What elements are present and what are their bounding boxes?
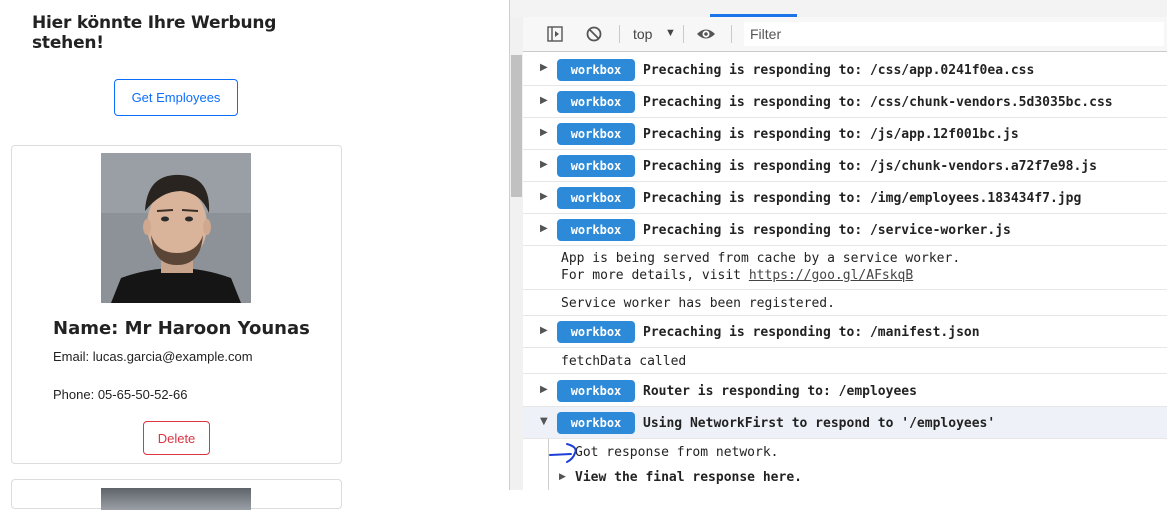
chevron-down-icon[interactable]: ▼ <box>665 27 676 39</box>
workbox-badge: workbox <box>557 412 635 434</box>
log-row[interactable]: ▶ View the final response here. <box>523 465 1167 490</box>
expand-caret-icon[interactable]: ▶ <box>540 62 548 73</box>
log-group-header[interactable]: ▼ workbox Using NetworkFirst to respond … <box>523 407 1167 439</box>
filter-input[interactable]: Filter <box>744 22 1164 46</box>
log-message: Using NetworkFirst to respond to '/emplo… <box>643 416 996 431</box>
log-message: Precaching is responding to: /css/chunk-… <box>643 95 1113 110</box>
context-selector[interactable]: top <box>633 26 652 42</box>
log-message-details: For more details, visit https://goo.gl/A… <box>561 268 914 283</box>
devtools-tabbar <box>510 0 1167 17</box>
employee-app: Hier könnte Ihre Werbung stehen! Get Emp… <box>0 0 352 510</box>
clear-console-icon[interactable] <box>585 25 603 43</box>
log-message: Precaching is responding to: /img/employ… <box>643 191 1082 206</box>
expand-caret-icon[interactable]: ▶ <box>540 384 548 395</box>
workbox-badge: workbox <box>557 321 635 343</box>
employee-name: Name: Mr Haroon Younas <box>53 318 310 339</box>
log-message: Precaching is responding to: /css/app.02… <box>643 63 1035 78</box>
log-row: App is being served from cache by a serv… <box>523 246 1167 290</box>
console-toolbar: top ▼ Filter <box>523 17 1167 52</box>
expand-caret-icon[interactable]: ▶ <box>540 127 548 138</box>
log-message: Service worker has been registered. <box>561 296 835 311</box>
log-message: App is being served from cache by a serv… <box>561 251 961 266</box>
workbox-badge: workbox <box>557 187 635 209</box>
expand-caret-icon[interactable]: ▶ <box>540 325 548 336</box>
log-row[interactable]: ▶ workbox Precaching is responding to: /… <box>523 214 1167 246</box>
toolbar-divider <box>731 25 732 43</box>
log-row[interactable]: ▶ workbox Precaching is responding to: /… <box>523 150 1167 182</box>
devtools-console: top ▼ Filter ▶ workbox Precaching is res… <box>509 0 1167 490</box>
employee-photo <box>101 153 251 303</box>
workbox-badge: workbox <box>557 380 635 402</box>
eye-icon[interactable] <box>696 25 715 43</box>
log-row[interactable]: ▶ workbox Precaching is responding to: /… <box>523 182 1167 214</box>
toolbar-divider <box>619 25 620 43</box>
workbox-badge: workbox <box>557 123 635 145</box>
workbox-badge: workbox <box>557 59 635 81</box>
console-log: ▶ workbox Precaching is responding to: /… <box>523 53 1167 490</box>
workbox-badge: workbox <box>557 155 635 177</box>
expand-caret-icon[interactable]: ▶ <box>540 223 548 234</box>
delete-button[interactable]: Delete <box>143 421 210 455</box>
log-row: Service worker has been registered. <box>523 290 1167 316</box>
annotation-arrow-icon <box>549 443 577 463</box>
log-row[interactable]: ▶ workbox Precaching is responding to: /… <box>523 316 1167 348</box>
workbox-badge: workbox <box>557 219 635 241</box>
log-message: Precaching is responding to: /js/app.12f… <box>643 127 1019 142</box>
get-employees-button[interactable]: Get Employees <box>114 79 238 116</box>
log-message: Precaching is responding to: /manifest.j… <box>643 325 980 340</box>
employee-photo-next <box>101 488 251 510</box>
log-row[interactable]: ▶ workbox Router is responding to: /empl… <box>523 374 1167 407</box>
log-message: fetchData called <box>561 354 687 369</box>
employee-card-next <box>11 479 342 510</box>
expand-caret-icon[interactable]: ▶ <box>540 95 548 106</box>
employee-email: Email: lucas.garcia@example.com <box>53 349 253 364</box>
log-message: Precaching is responding to: /js/chunk-v… <box>643 159 1097 174</box>
log-message: View the final response here. <box>575 470 802 485</box>
docs-link[interactable]: https://goo.gl/AFskqB <box>749 268 913 283</box>
employee-phone: Phone: 05-65-50-52-66 <box>53 387 188 402</box>
log-row[interactable]: ▶ workbox Precaching is responding to: /… <box>523 118 1167 150</box>
collapse-caret-icon[interactable]: ▼ <box>540 416 548 427</box>
workbox-badge: workbox <box>557 91 635 113</box>
log-row[interactable]: ▶ workbox Precaching is responding to: /… <box>523 86 1167 118</box>
log-row: fetchData called <box>523 348 1167 374</box>
log-message: Got response from network. <box>575 445 779 460</box>
log-message: Precaching is responding to: /service-wo… <box>643 223 1011 238</box>
expand-caret-icon[interactable]: ▶ <box>540 159 548 170</box>
scrollbar-thumb[interactable] <box>511 55 522 197</box>
ad-banner: Hier könnte Ihre Werbung stehen! <box>32 13 277 53</box>
expand-caret-icon[interactable]: ▶ <box>559 472 566 482</box>
log-message: Router is responding to: /employees <box>643 384 917 399</box>
expand-caret-icon[interactable]: ▶ <box>540 191 548 202</box>
employee-card: Name: Mr Haroon Younas Email: lucas.garc… <box>11 145 342 464</box>
sidebar-toggle-icon[interactable] <box>546 25 564 43</box>
scrollbar-track[interactable] <box>510 17 523 490</box>
toolbar-divider <box>683 25 684 43</box>
log-row: Got response from network. <box>523 439 1167 465</box>
log-row[interactable]: ▶ workbox Precaching is responding to: /… <box>523 53 1167 86</box>
